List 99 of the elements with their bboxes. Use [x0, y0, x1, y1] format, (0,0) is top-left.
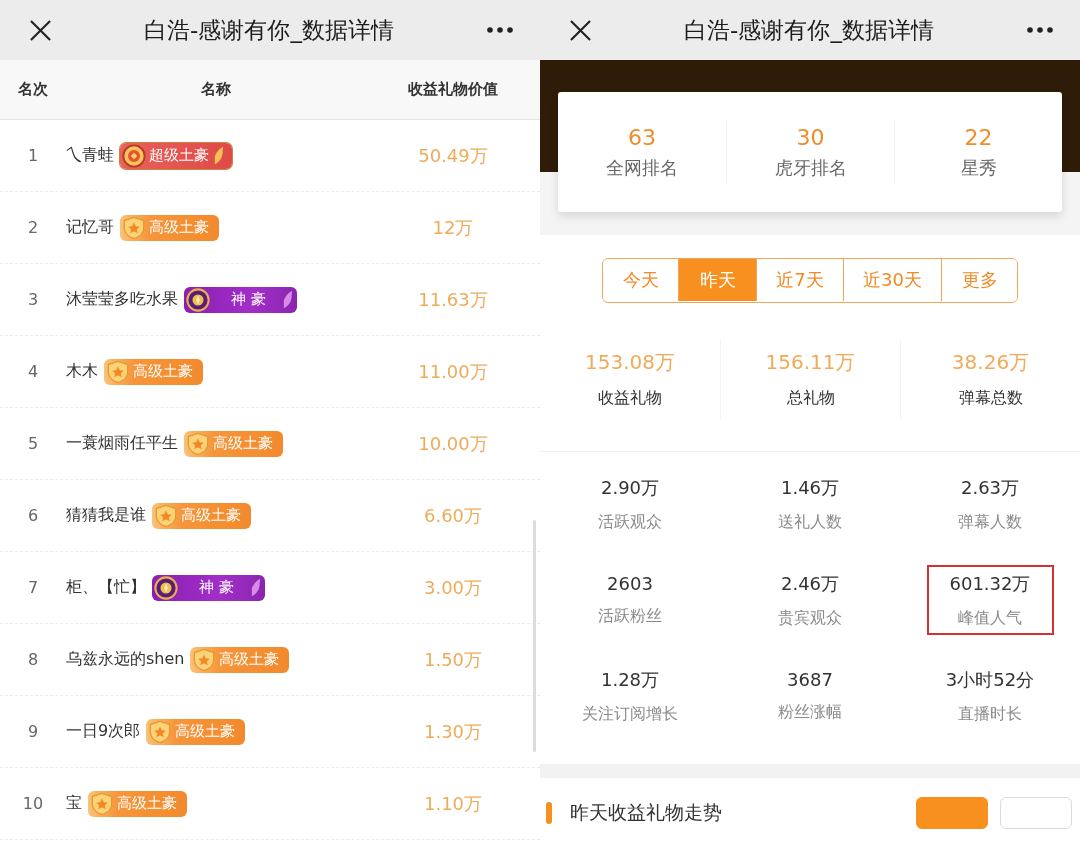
user-name: 沐莹莹多吃水果: [66, 289, 178, 310]
star-shield-icon: [154, 503, 178, 528]
user-name: 宝: [66, 793, 82, 814]
gift-value: 11.00万: [418, 359, 488, 384]
stat-label: 活跃观众: [598, 511, 662, 533]
scrollbar[interactable]: [533, 520, 536, 752]
stat-label: 活跃粉丝: [598, 606, 662, 627]
rank-number: 8: [27, 650, 39, 669]
gift-value: 10.00万: [418, 431, 488, 456]
user-name: 记忆哥: [66, 217, 114, 238]
wing-icon: [214, 145, 224, 166]
user-name: 一日9次郎: [66, 721, 141, 742]
stat-label: 弹幕人数: [958, 511, 1022, 533]
column-header: 收益礼物价值: [408, 80, 498, 99]
column-header: 名称: [201, 80, 231, 99]
stat-label: 贵宾观众: [778, 607, 842, 629]
badge-label: 高级土豪: [181, 506, 242, 525]
gift-value: 1.10万: [423, 791, 483, 816]
total-value: 38.26万: [951, 349, 1030, 376]
close-icon[interactable]: [570, 19, 591, 41]
ranking-label: 虎牙排名: [774, 155, 847, 180]
stat-value: 3687: [787, 669, 833, 690]
stat-value: 3小时52分: [945, 667, 1035, 692]
more-icon[interactable]: [1027, 27, 1053, 33]
stat-value: 2.90万: [600, 475, 660, 500]
badge-label: 高级土豪: [175, 722, 237, 741]
total-label: 总礼物: [786, 388, 835, 409]
stat-value: 2.63万: [960, 475, 1020, 500]
total-value: 156.11万: [765, 349, 856, 376]
rank-number: 10: [22, 794, 44, 813]
ranking-value: 63: [628, 124, 656, 150]
more-icon[interactable]: [487, 27, 513, 33]
stat-label: 直播时长: [958, 703, 1022, 725]
rank-number: 6: [27, 506, 39, 525]
user-name: 木木: [66, 361, 98, 382]
gift-value: 3.00万: [423, 575, 483, 600]
ranking-label: 全网排名: [606, 155, 678, 180]
rank-number: 2: [27, 218, 39, 237]
badge-label: 高级土豪: [149, 218, 210, 237]
stat-value: 2.46万: [780, 571, 840, 596]
period-tab[interactable]: 更多: [941, 259, 1017, 301]
column-header: 名次: [18, 80, 48, 99]
user-name: 乌兹永远的shen: [66, 649, 185, 670]
user-name: 一蓑烟雨任平生: [66, 433, 178, 454]
stat-label: 送礼人数: [778, 511, 842, 533]
badge-label: 神 豪: [230, 290, 267, 309]
badge-label: 高级土豪: [213, 434, 274, 453]
badge-label: 神 豪: [198, 578, 235, 597]
close-icon[interactable]: [30, 19, 51, 41]
section-title: 昨天收益礼物走势: [570, 799, 722, 825]
user-name: 猜猜我是谁: [66, 505, 146, 526]
star-shield-icon: [186, 431, 210, 456]
star-shield-icon: [122, 215, 146, 240]
user-name: 柜、【忙】: [66, 577, 146, 598]
ranking-value: 22: [964, 124, 993, 150]
ranking-label: 星秀: [960, 155, 997, 180]
rank-number: 5: [27, 434, 39, 453]
star-shield-icon: [106, 359, 130, 384]
ranking-value: 30: [796, 124, 825, 150]
gift-value: 11.63万: [418, 287, 488, 312]
gift-value: 1.50万: [423, 647, 483, 672]
total-label: 弹幕总数: [958, 388, 1023, 409]
section-accent-bar: [546, 801, 552, 824]
total-label: 收益礼物: [598, 388, 662, 409]
emblem-icon: [186, 287, 210, 312]
gift-value: 12万: [432, 215, 474, 240]
badge-label: 超级土豪: [149, 146, 210, 165]
chart-toggle-button[interactable]: [916, 796, 988, 829]
badge-label: 高级土豪: [133, 362, 194, 381]
user-name: 乀青蛙: [66, 145, 114, 166]
stat-value: 2603: [607, 573, 653, 594]
rank-number: 9: [27, 722, 39, 741]
star-shield-icon: [192, 647, 217, 672]
rank-number: 3: [27, 290, 39, 309]
gift-value: 6.60万: [423, 503, 483, 528]
star-shield-icon: [148, 719, 173, 744]
badge-label: 高级土豪: [117, 794, 178, 813]
stat-value: 1.28万: [600, 667, 660, 692]
page-title: 白浩-感谢有你_数据详情: [684, 15, 934, 45]
stat-value: 1.46万: [780, 475, 840, 500]
emblem-icon: [154, 575, 178, 600]
stat-label: 粉丝涨幅: [778, 702, 842, 723]
gift-value: 1.30万: [423, 719, 483, 744]
rank-number: 1: [27, 146, 39, 165]
badge-label: 高级土豪: [219, 650, 281, 669]
total-value: 153.08万: [585, 349, 675, 376]
star-shield-icon: [90, 791, 114, 816]
coin-icon: [122, 143, 146, 168]
rank-number: 7: [27, 578, 39, 597]
period-tab[interactable]: 昨天: [678, 259, 756, 301]
stat-value: 601.32万: [949, 571, 1031, 596]
wing-icon: [282, 289, 293, 310]
page-title: 白浩-感谢有你_数据详情: [144, 15, 394, 45]
chart-toggle-button[interactable]: [1000, 796, 1072, 829]
rank-number: 4: [27, 362, 39, 381]
gift-value: 50.49万: [418, 143, 488, 168]
stat-label: 关注订阅增长: [582, 703, 678, 725]
stat-label: 峰值人气: [958, 607, 1022, 629]
wing-icon: [250, 577, 261, 598]
